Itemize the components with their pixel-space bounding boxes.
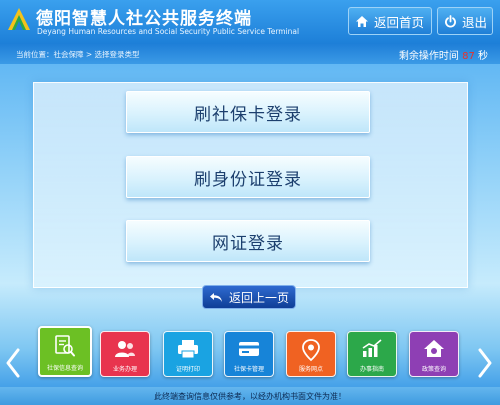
back-button[interactable]: 返回上一页	[202, 285, 296, 309]
dock-tile-card-management[interactable]: 社保卡管理	[224, 331, 274, 377]
logo-icon	[8, 8, 30, 30]
footer-bar: 此终端查询信息仅供参考，以经办机构书面文件为准！	[0, 387, 500, 405]
dock-tile-insurance-query[interactable]: 社保信息查询	[38, 326, 92, 377]
exit-button-label: 退出	[462, 14, 488, 30]
id-card-login-button[interactable]: 刷身份证登录	[126, 156, 370, 198]
timer-seconds: 87	[462, 51, 475, 62]
dock-next-arrow-icon[interactable]	[478, 348, 492, 378]
back-button-label: 返回上一页	[228, 290, 289, 305]
dock-tile-certificate-print[interactable]: 证明打印	[163, 331, 213, 377]
house-icon	[424, 340, 444, 357]
app-title: 德阳智慧人社公共服务终端	[36, 9, 252, 29]
dock-tile-label: 社保卡管理	[233, 366, 264, 373]
users-icon	[115, 341, 135, 357]
dock-tile-guide[interactable]: 办事指南	[347, 331, 397, 377]
dock-tile-label: 政策查询	[421, 366, 446, 373]
return-arrow-icon	[209, 292, 222, 302]
social-card-login-button[interactable]: 刷社保卡登录	[126, 91, 370, 133]
printer-icon	[178, 340, 198, 359]
dock-tile-label: 业务办理	[112, 366, 137, 373]
app-subtitle: Deyang Human Resources and Social Securi…	[37, 27, 300, 36]
dock-tile-label: 办事指南	[359, 366, 384, 373]
document-search-icon	[55, 335, 75, 357]
timer-prefix: 剩余操作时间	[398, 51, 459, 62]
home-button[interactable]: 返回首页	[348, 7, 432, 35]
dock-tile-business[interactable]: 业务办理	[100, 331, 150, 377]
home-icon	[356, 15, 368, 27]
dock-tile-label: 证明打印	[175, 366, 200, 373]
home-button-label: 返回首页	[374, 14, 425, 30]
dock-tile-service-outlets[interactable]: 服务网点	[286, 331, 336, 377]
status-bar: 当前位置：社会保障 > 选择登录类型 剩余操作时间 87 秒	[0, 44, 500, 64]
e-id-login-button[interactable]: 网证登录	[126, 220, 370, 262]
countdown-timer: 剩余操作时间 87 秒	[399, 47, 488, 62]
footer-notice: 此终端查询信息仅供参考，以经办机构书面文件为准！	[154, 392, 346, 401]
card-icon	[239, 342, 259, 356]
breadcrumb: 当前位置：社会保障 > 选择登录类型	[16, 50, 140, 59]
dock-prev-arrow-icon[interactable]	[6, 348, 20, 378]
dock-tile-label: 社保信息查询	[46, 365, 83, 372]
timer-suffix: 秒	[478, 51, 488, 62]
chart-icon	[362, 339, 382, 357]
location-pin-icon	[302, 339, 320, 362]
dock-tile-policy-query[interactable]: 政策查询	[409, 331, 459, 377]
power-icon	[445, 14, 456, 28]
app-header: 德阳智慧人社公共服务终端 Deyang Human Resources and …	[0, 0, 500, 44]
exit-button[interactable]: 退出	[437, 7, 493, 35]
dock-tile-label: 服务网点	[298, 366, 323, 373]
